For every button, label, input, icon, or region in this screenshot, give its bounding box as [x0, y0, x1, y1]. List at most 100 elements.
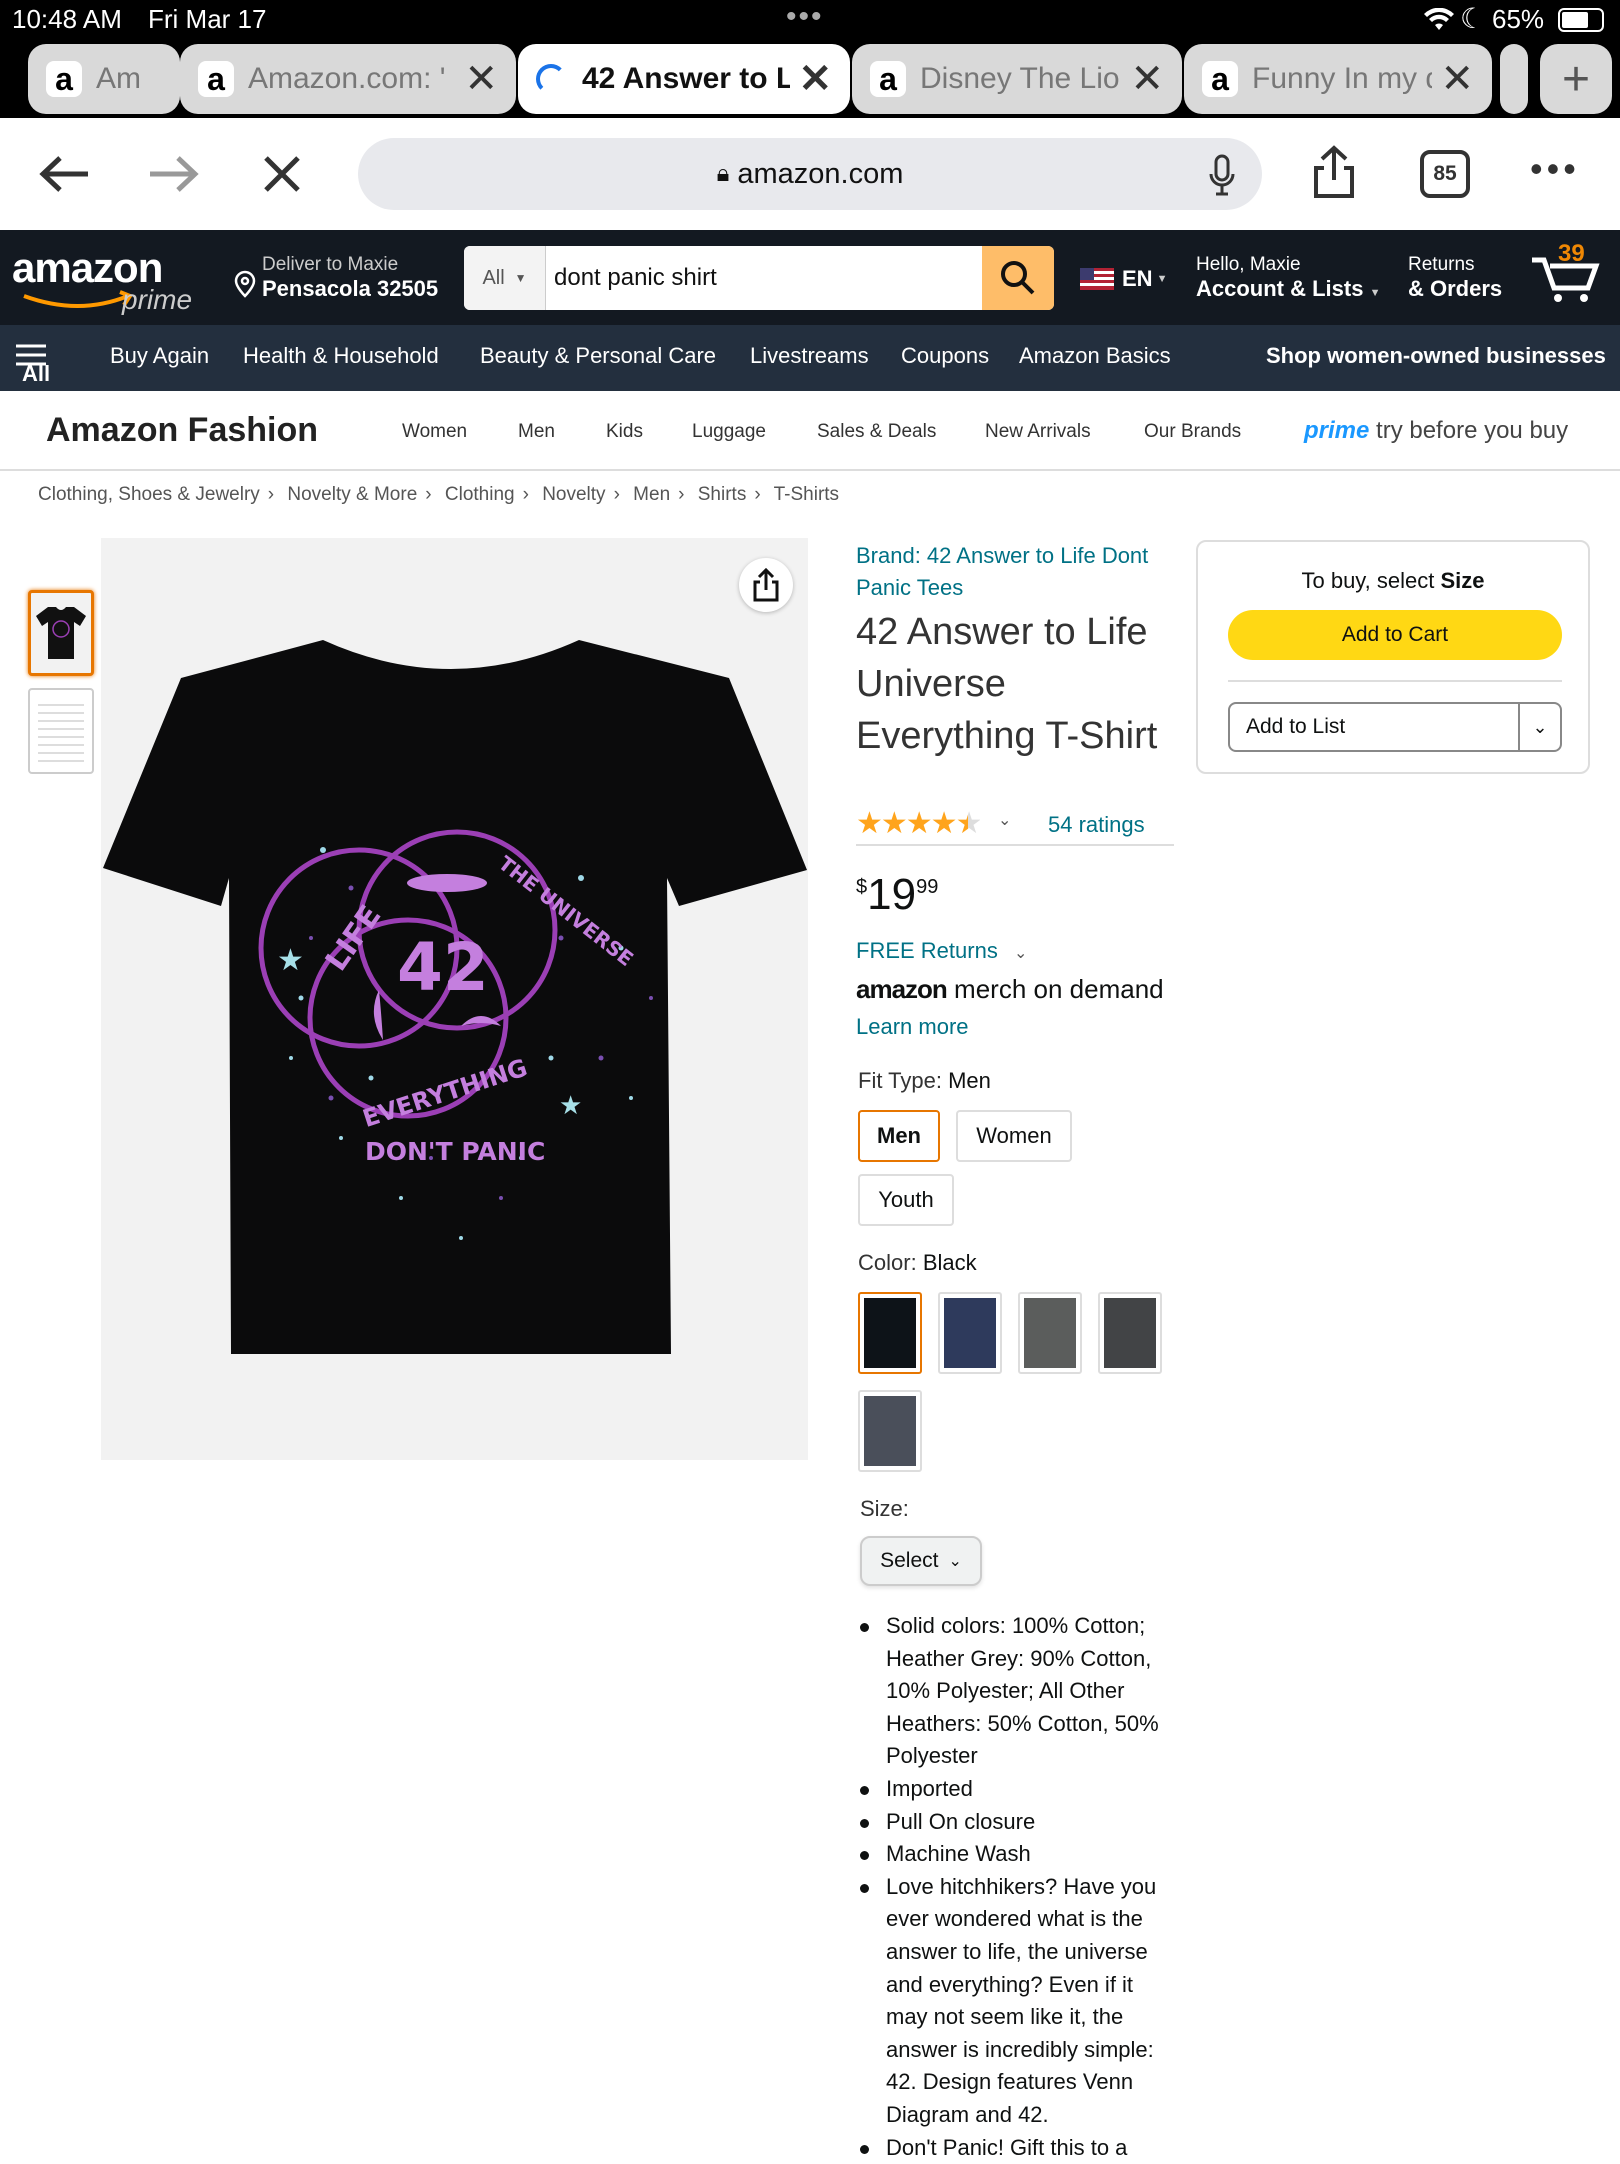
returns-orders[interactable]: Returns & Orders [1408, 254, 1502, 302]
cart-button[interactable]: 39 [1530, 240, 1604, 314]
tab-count-button[interactable]: 85 [1420, 150, 1470, 198]
buybox-divider [1228, 680, 1562, 682]
search-button[interactable] [982, 246, 1054, 310]
feature-bullet: Machine Wash [860, 1838, 1180, 1871]
learn-more-link[interactable]: Learn more [856, 1014, 969, 1040]
image-share-button[interactable] [739, 558, 793, 612]
color-swatch-dark-grey[interactable] [1098, 1292, 1162, 1374]
nav-all[interactable]: All [16, 343, 46, 367]
color-swatch-black[interactable] [858, 1292, 922, 1374]
back-arrow-icon[interactable] [38, 154, 90, 194]
more-menu-icon[interactable]: ••• [1530, 148, 1580, 190]
search-category-select[interactable]: All ▼ [464, 246, 546, 310]
deliver-to[interactable]: Deliver to Maxie Pensacola 32505 [230, 254, 450, 302]
size-select-label: Select [880, 1549, 938, 1573]
nav-item-coupons[interactable]: Coupons [901, 343, 989, 369]
shirt-text-42: 42 [397, 929, 489, 1006]
breadcrumb-item[interactable]: Novelty & More [287, 484, 417, 505]
fashion-link-new-arrivals[interactable]: New Arrivals [985, 421, 1091, 443]
tab-4[interactable]: a Funny In my dc ✕ [1184, 44, 1492, 114]
close-tab-icon[interactable]: ✕ [798, 56, 832, 102]
tab-2-active[interactable]: 42 Answer to L ✕ [518, 44, 850, 114]
language-selector[interactable]: EN ▼ [1080, 266, 1167, 292]
fashion-link-kids[interactable]: Kids [606, 421, 643, 443]
prime-try-before-you-buy[interactable]: prime try before you buy [1304, 417, 1568, 445]
star-icon: ★ [277, 943, 304, 978]
fashion-link-our-brands[interactable]: Our Brands [1144, 421, 1241, 443]
fit-option-youth[interactable]: Youth [858, 1174, 954, 1226]
size-select-dropdown[interactable]: Select ⌄ [860, 1536, 982, 1586]
battery-icon [1558, 8, 1604, 32]
free-returns-link[interactable]: FREE Returns ⌄ [856, 938, 1027, 964]
share-icon[interactable] [1310, 144, 1358, 200]
chevron-down-icon[interactable]: ⌄ [1518, 704, 1560, 750]
moon-icon: ☾ [1460, 2, 1485, 35]
fashion-link-men[interactable]: Men [518, 421, 555, 443]
close-tab-icon[interactable]: ✕ [1440, 56, 1474, 102]
amazon-header: amazon prime Deliver to Maxie Pensacola … [0, 230, 1620, 325]
microphone-icon[interactable] [1208, 154, 1236, 196]
merch-on-demand-text: merch on demand [954, 974, 1164, 1004]
breadcrumb-item[interactable]: Clothing, Shoes & Jewelry [38, 484, 260, 505]
feature-bullet: Imported [860, 1773, 1180, 1806]
breadcrumb-item[interactable]: Shirts [698, 484, 747, 505]
search-input[interactable] [554, 246, 954, 310]
caret-down-icon: ▼ [515, 271, 527, 285]
nav-item-amazon-basics[interactable]: Amazon Basics [1019, 343, 1171, 369]
breadcrumb-item[interactable]: Novelty [542, 484, 605, 505]
tab-1[interactable]: a Amazon.com: ' ✕ [180, 44, 516, 114]
ratings-count-link[interactable]: 54 ratings [1048, 812, 1145, 838]
nav-promo-women-owned[interactable]: Shop women-owned businesses [1266, 343, 1606, 369]
status-bar: 10:48 AM Fri Mar 17 ••• ☾ 65% [0, 0, 1620, 40]
amazon-favicon-icon: a [198, 61, 234, 97]
fashion-link-women[interactable]: Women [402, 421, 467, 443]
fashion-link-luggage[interactable]: Luggage [692, 421, 766, 443]
url-bar[interactable]: 🔒︎ amazon.com [358, 138, 1262, 210]
product-image[interactable]: ★ ★ LIFE THE UNIVERSE 42 EVERYTHING DON'… [101, 538, 808, 1460]
nav-all-label: All [22, 361, 50, 387]
breadcrumb-item[interactable]: Clothing [445, 484, 515, 505]
breadcrumb-item[interactable]: Men [633, 484, 670, 505]
star-rating-icon[interactable]: ★★★★★ [856, 806, 980, 841]
size-chart-thumbnail-icon [38, 698, 84, 764]
account-lists[interactable]: Hello, Maxie Account & Lists ▼ [1196, 254, 1380, 302]
fit-option-women[interactable]: Women [956, 1110, 1072, 1162]
amazon-prime-logo[interactable]: amazon prime [12, 244, 162, 292]
search-bar: All ▼ [464, 246, 1054, 310]
color-swatch-navy[interactable] [938, 1292, 1002, 1374]
amazon-favicon-icon: a [870, 61, 906, 97]
close-tab-icon[interactable]: ✕ [464, 56, 498, 102]
tab-3[interactable]: a Disney The Lio ✕ [852, 44, 1182, 114]
add-to-list-button[interactable]: Add to List [1230, 715, 1518, 739]
tab-0[interactable]: a Am [28, 44, 180, 114]
brand-link[interactable]: Brand: 42 Answer to Life Dont Panic Tees [856, 540, 1176, 604]
close-tab-icon[interactable]: ✕ [1130, 56, 1164, 102]
chevron-down-icon: ⌄ [948, 1551, 961, 1571]
color-swatch-slate[interactable] [858, 1390, 922, 1472]
nav-item-beauty[interactable]: Beauty & Personal Care [480, 343, 716, 369]
free-returns-label: FREE Returns [856, 938, 998, 963]
price-symbol: $ [856, 876, 867, 898]
chevron-down-icon[interactable]: ⌄ [998, 810, 1011, 830]
add-to-cart-button[interactable]: Add to Cart [1228, 610, 1562, 660]
nav-item-livestreams[interactable]: Livestreams [750, 343, 869, 369]
fit-option-men[interactable]: Men [858, 1110, 940, 1162]
nav-item-buy-again[interactable]: Buy Again [110, 343, 209, 369]
thumbnail-1-selected[interactable] [28, 590, 94, 676]
swatch-fill [944, 1298, 996, 1368]
new-tab-button[interactable]: + [1540, 44, 1612, 114]
fashion-link-sales[interactable]: Sales & Deals [817, 421, 936, 443]
stop-loading-icon[interactable] [262, 154, 302, 194]
tab-title: 42 Answer to L [582, 62, 790, 96]
nav-item-health-household[interactable]: Health & Household [243, 343, 439, 369]
tshirt-graphic: ★ ★ LIFE THE UNIVERSE 42 EVERYTHING DON'… [101, 638, 808, 1358]
fashion-title[interactable]: Amazon Fashion [46, 411, 318, 450]
thumbnail-2-size-chart[interactable] [28, 688, 94, 774]
breadcrumb-item[interactable]: T-Shirts [774, 484, 839, 505]
search-icon [1000, 260, 1036, 296]
merch-on-demand-logo: amazon merch on demand [856, 974, 1164, 1005]
forward-arrow-icon[interactable] [148, 154, 200, 194]
multitask-dots-icon[interactable]: ••• [786, 0, 824, 34]
color-swatch-olive-grey[interactable] [1018, 1292, 1082, 1374]
location-pin-icon [234, 270, 256, 298]
